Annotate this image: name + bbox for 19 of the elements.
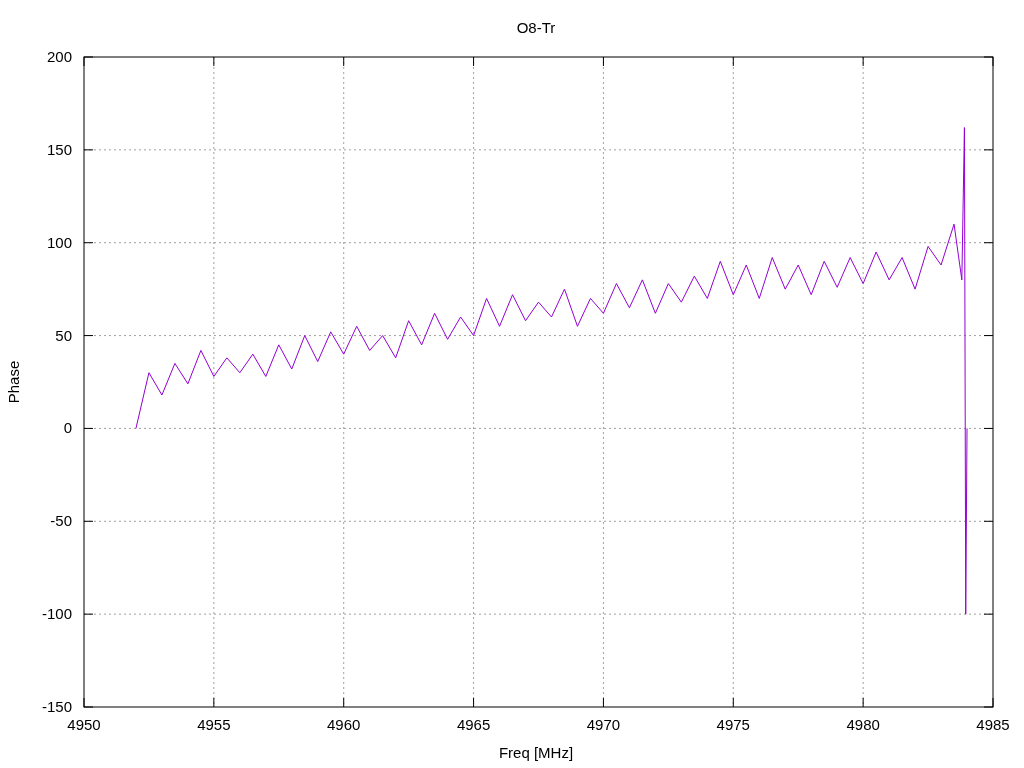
y-tick-label: 100 xyxy=(46,233,72,251)
chart-title: O8-Tr xyxy=(516,19,556,36)
y-tick-label: -50 xyxy=(50,512,72,530)
x-tick-label: 4950 xyxy=(67,716,101,733)
y-tick-label: 150 xyxy=(46,140,72,158)
y-axis-label: Phase xyxy=(5,360,22,404)
x-tick-label: 4955 xyxy=(197,716,231,733)
y-tick-label: -100 xyxy=(41,605,72,623)
x-axis-label: Freq [MHz] xyxy=(498,744,574,761)
y-tick-label: 200 xyxy=(46,48,72,65)
x-tick-label: 4985 xyxy=(976,716,1010,733)
x-tick-label: 4970 xyxy=(586,716,621,733)
y-tick-label: 50 xyxy=(55,326,72,344)
y-tick-label: 0 xyxy=(63,419,72,437)
y-tick-label: -150 xyxy=(41,698,72,715)
x-tick-label: 4960 xyxy=(327,716,361,733)
x-tick-label: 4975 xyxy=(716,716,750,733)
x-tick-label: 4965 xyxy=(456,716,491,733)
x-tick-label: 4980 xyxy=(846,716,880,733)
